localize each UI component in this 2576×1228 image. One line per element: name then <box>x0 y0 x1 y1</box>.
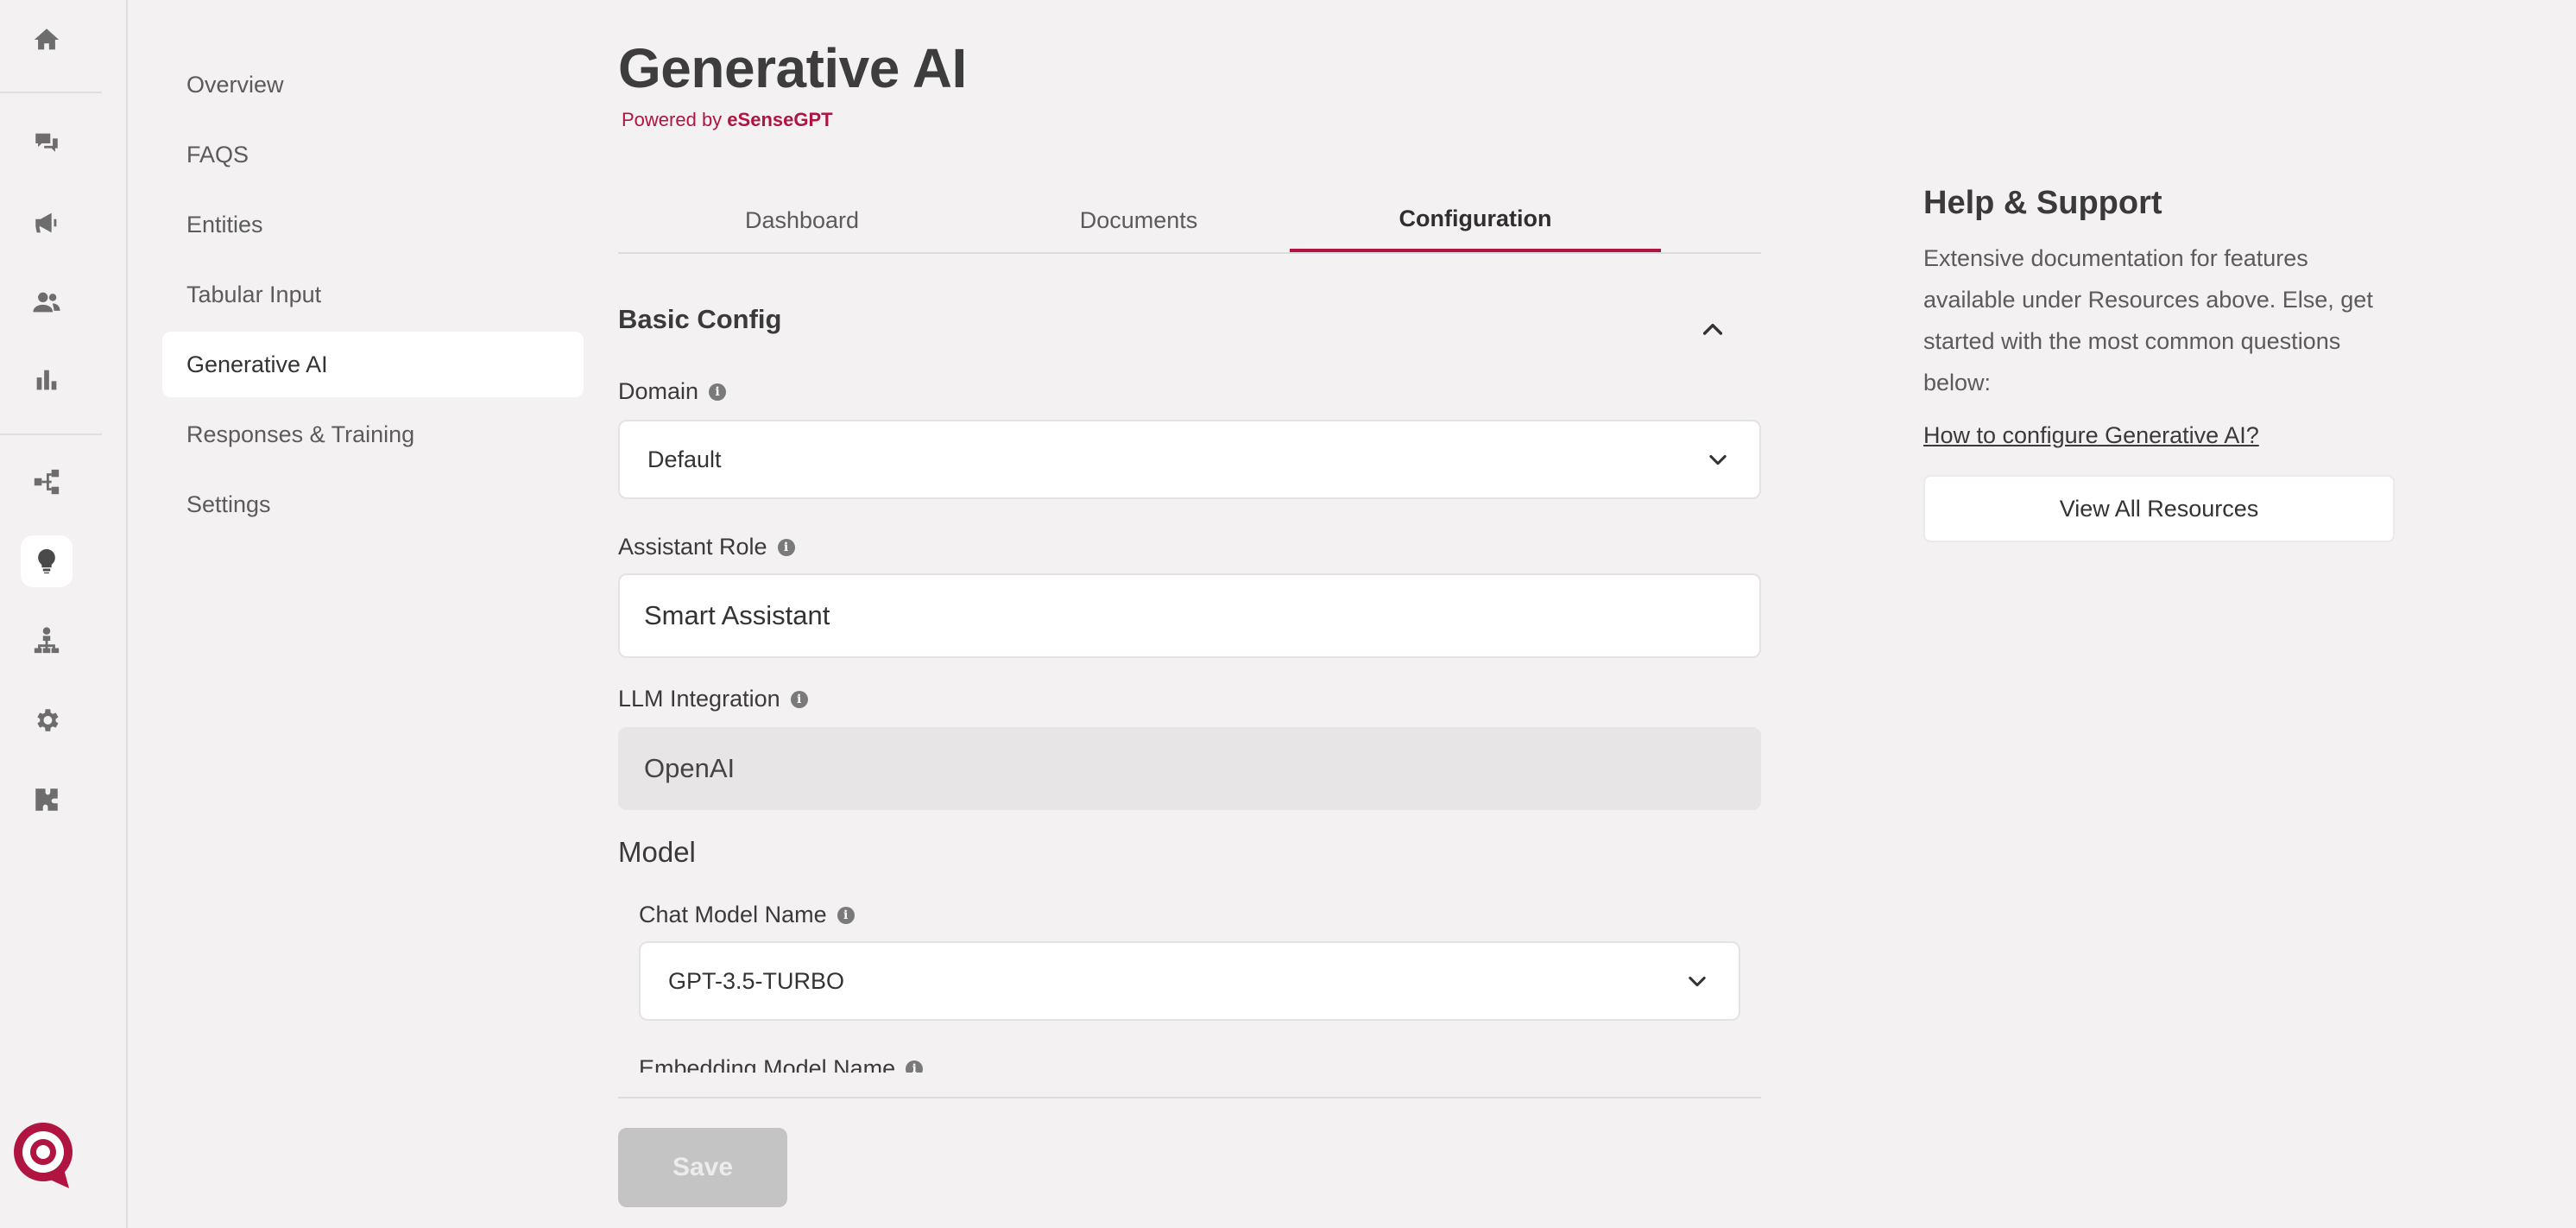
hierarchy-icon[interactable] <box>29 623 64 658</box>
rail-divider <box>0 434 102 435</box>
tab-configuration[interactable]: Configuration <box>1290 188 1661 252</box>
users-icon[interactable] <box>29 285 64 320</box>
domain-label: Domain i <box>618 378 727 405</box>
subnav-item-responses-training[interactable]: Responses & Training <box>162 402 584 467</box>
domain-select-value: Default <box>647 446 722 472</box>
puzzle-icon[interactable] <box>29 782 64 817</box>
chat-model-select[interactable]: GPT-3.5-TURBO <box>639 941 1740 1021</box>
subnav-item-overview[interactable]: Overview <box>162 52 584 117</box>
icon-rail <box>0 0 128 1228</box>
embedding-model-label-text: Embedding Model Name <box>639 1055 896 1073</box>
chevron-down-icon <box>1689 976 1706 987</box>
assistant-role-label: Assistant Role i <box>618 534 795 560</box>
powered-by: Powered by eSenseGPT <box>622 109 833 131</box>
tab-bar: Dashboard Documents Configuration <box>618 188 1761 254</box>
llm-integration-label: LLM Integration i <box>618 686 808 712</box>
llm-integration-value: OpenAI <box>644 753 736 783</box>
save-button[interactable]: Save <box>618 1128 787 1207</box>
rail-divider <box>0 92 102 93</box>
assistant-role-input[interactable]: Smart Assistant <box>618 573 1761 658</box>
chat-model-select-value: GPT-3.5-TURBO <box>668 967 845 994</box>
view-all-resources-button[interactable]: View All Resources <box>1923 475 2395 542</box>
model-title: Model <box>618 836 696 868</box>
tab-dashboard[interactable]: Dashboard <box>634 188 970 252</box>
section-nav: Overview FAQS Entities Tabular Input Gen… <box>162 52 584 541</box>
page-title: Generative AI <box>618 37 967 99</box>
app-logo <box>14 1123 73 1188</box>
chat-icon[interactable] <box>29 126 64 161</box>
subnav-item-tabular-input[interactable]: Tabular Input <box>162 262 584 327</box>
basic-config-title: Basic Config <box>618 304 782 334</box>
info-icon[interactable]: i <box>777 538 795 556</box>
help-text: Extensive documentation for features ava… <box>1923 245 2373 396</box>
form-divider <box>618 1097 1761 1098</box>
help-panel: Help & Support Extensive documentation f… <box>1923 185 2396 542</box>
chevron-up-icon[interactable] <box>1699 316 1727 344</box>
embedding-model-label: Embedding Model Name i <box>639 1055 924 1073</box>
help-title: Help & Support <box>1923 185 2162 221</box>
gear-icon[interactable] <box>29 703 64 737</box>
chat-model-label: Chat Model Name i <box>639 902 855 928</box>
lightbulb-icon[interactable] <box>21 535 73 587</box>
chat-model-label-text: Chat Model Name <box>639 902 827 927</box>
domain-label-text: Domain <box>618 378 699 404</box>
subnav-item-settings[interactable]: Settings <box>162 472 584 537</box>
subnav-item-faqs[interactable]: FAQS <box>162 122 584 187</box>
info-icon[interactable]: i <box>837 906 855 924</box>
bar-chart-icon[interactable] <box>29 363 64 397</box>
llm-integration-input: OpenAI <box>618 727 1761 810</box>
home-icon[interactable] <box>29 22 64 57</box>
flow-icon[interactable] <box>29 465 64 499</box>
subnav-item-entities[interactable]: Entities <box>162 192 584 257</box>
domain-select[interactable]: Default <box>618 420 1761 499</box>
chevron-down-icon <box>1709 454 1727 465</box>
subnav-item-generative-ai[interactable]: Generative AI <box>162 332 584 397</box>
info-icon[interactable]: i <box>709 383 727 401</box>
main-content: Generative AI Powered by eSenseGPT Dashb… <box>618 0 1761 1228</box>
tab-documents[interactable]: Documents <box>970 188 1307 252</box>
info-icon[interactable]: i <box>906 1060 924 1073</box>
powered-by-brand: eSenseGPT <box>727 109 833 130</box>
help-link[interactable]: How to configure Generative AI? <box>1923 422 2396 449</box>
info-icon[interactable]: i <box>790 690 808 708</box>
llm-integration-label-text: LLM Integration <box>618 686 780 712</box>
megaphone-icon[interactable] <box>29 206 64 240</box>
assistant-role-label-text: Assistant Role <box>618 534 767 560</box>
assistant-role-value: Smart Assistant <box>644 600 830 630</box>
powered-by-prefix: Powered by <box>622 109 728 130</box>
